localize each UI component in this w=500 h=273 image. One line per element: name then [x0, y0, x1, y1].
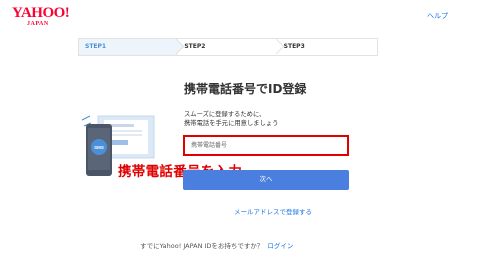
yahoo-japan-logo[interactable]: YAHOO! JAPAN	[12, 5, 70, 28]
step-2-label: STEP2	[184, 43, 206, 50]
step-1-label: STEP1	[85, 43, 107, 50]
logo-sub-text: JAPAN	[27, 21, 49, 27]
help-link[interactable]: ヘルプ	[427, 11, 448, 21]
step-1: STEP1	[79, 38, 185, 55]
page-title: 携帯電話番号でID登録	[184, 82, 307, 96]
description: スムーズに登録するために、 携帯電話を手元に用意しましょう	[184, 110, 278, 128]
login-link[interactable]: ログイン	[267, 242, 293, 250]
step-2: STEP2	[178, 38, 284, 55]
step-3-label: STEP3	[283, 43, 305, 50]
existing-id-question: すでにYahoo! JAPAN IDをお持ちですか？	[140, 242, 264, 250]
sms-badge-text: SMS	[94, 145, 104, 150]
phone-number-input[interactable]	[183, 135, 349, 156]
description-line-2: 携帯電話を手元に用意しましょう	[184, 120, 279, 127]
next-button[interactable]: 次へ	[183, 170, 349, 190]
logo-main-text: YAHOO!	[12, 5, 70, 21]
email-register-link[interactable]: メールアドレスで登録する	[234, 206, 312, 216]
step-indicator: STEP1 STEP2 STEP3	[78, 38, 378, 56]
footer: すでにYahoo! JAPAN IDをお持ちですか？ ログイン	[140, 240, 293, 250]
step-3: STEP3	[278, 39, 377, 55]
description-line-1: スムーズに登録するために、	[184, 111, 266, 118]
